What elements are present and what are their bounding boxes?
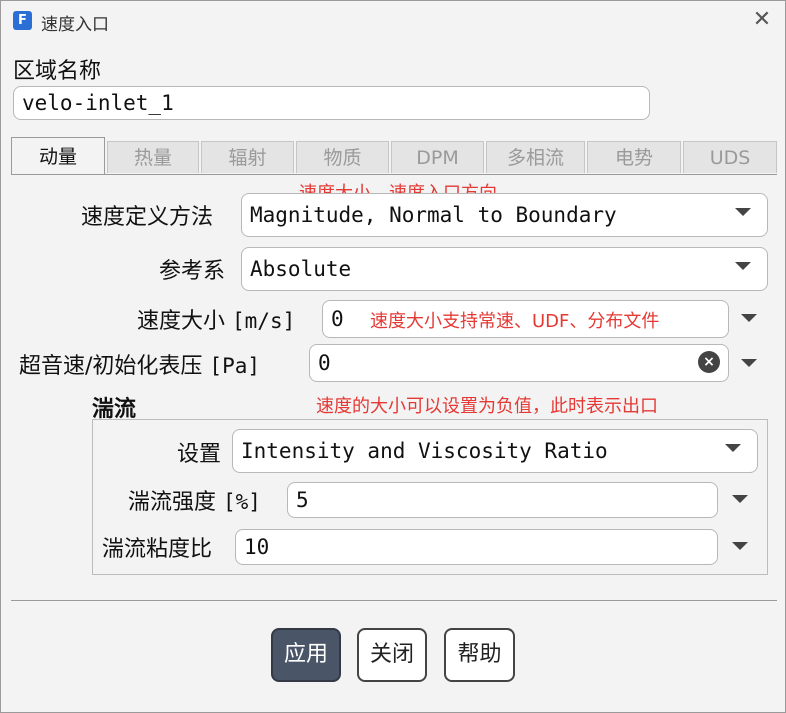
turbulence-spec-value: Intensity and Viscosity Ratio [241,439,608,463]
app-logo-icon: F [13,11,32,30]
turbulence-spec-select[interactable]: Intensity and Viscosity Ratio [232,429,758,473]
reference-frame-select[interactable]: Absolute [241,247,768,291]
apply-button[interactable]: 应用 [271,628,341,682]
tab-radiation[interactable]: 辐射 [201,141,294,173]
window-title: 速度入口 [41,15,109,35]
pressure-label-text: 超音速/初始化表压 [19,354,203,379]
tab-thermal[interactable]: 热量 [107,141,199,173]
dialog-window: F 速度入口 ✕ 区域名称 velo-inlet_1 动量 热量 辐射 物质 D… [0,0,786,713]
velocity-magnitude-label-text: 速度大小 [137,309,226,334]
annotation-velocity-input-types: 速度大小支持常速、UDF、分布文件 [370,311,660,332]
turbulence-intensity-unit: [%] [223,490,261,514]
close-icon[interactable]: ✕ [749,7,775,33]
turbulence-intensity-label: 湍流强度 [%] [128,484,261,516]
zone-name-input[interactable]: velo-inlet_1 [13,86,650,120]
tab-bar: 动量 热量 辐射 物质 DPM 多相流 电势 UDS [11,137,777,177]
turbulence-spec-label: 设置 [177,442,222,467]
reference-frame-value: Absolute [250,257,352,281]
viscosity-ratio-label: 湍流粘度比 [102,537,213,562]
velocity-magnitude-options-chevron-icon[interactable] [741,314,757,322]
tab-uds[interactable]: UDS [683,141,777,173]
turbulence-intensity-options-chevron-icon[interactable] [732,495,748,503]
title-bar: F 速度入口 ✕ [1,1,785,41]
viscosity-ratio-input[interactable]: 10 [235,529,718,565]
tab-divider [11,174,777,175]
tab-momentum[interactable]: 动量 [11,137,105,175]
velocity-magnitude-label: 速度大小 [m/s] [137,303,295,335]
chevron-down-icon [735,262,751,270]
pressure-unit: [Pa] [209,354,260,378]
chevron-down-icon [735,208,751,216]
clear-icon[interactable]: × [698,351,720,373]
tab-multiphase[interactable]: 多相流 [486,141,585,173]
footer-divider [11,600,777,601]
close-button[interactable]: 关闭 [357,628,427,682]
tab-species[interactable]: 物质 [296,141,389,173]
pressure-input[interactable]: 0 [309,344,729,382]
velocity-method-select[interactable]: Magnitude, Normal to Boundary [241,193,768,237]
velocity-magnitude-unit: [m/s] [232,309,296,333]
pressure-options-chevron-icon[interactable] [741,359,757,367]
velocity-method-value: Magnitude, Normal to Boundary [250,203,617,227]
annotation-negative-velocity: 速度的大小可以设置为负值，此时表示出口 [316,396,658,417]
reference-frame-label: 参考系 [159,259,226,284]
chevron-down-icon [725,444,741,452]
tab-dpm[interactable]: DPM [391,141,484,173]
pressure-label: 超音速/初始化表压 [Pa] [19,348,260,380]
help-button[interactable]: 帮助 [444,628,515,682]
viscosity-ratio-options-chevron-icon[interactable] [732,542,748,550]
turbulence-intensity-input[interactable]: 5 [287,482,718,518]
zone-name-label: 区域名称 [13,59,102,84]
turbulence-intensity-label-text: 湍流强度 [128,490,217,515]
tab-potential[interactable]: 电势 [587,141,681,173]
velocity-method-label: 速度定义方法 [81,205,214,230]
